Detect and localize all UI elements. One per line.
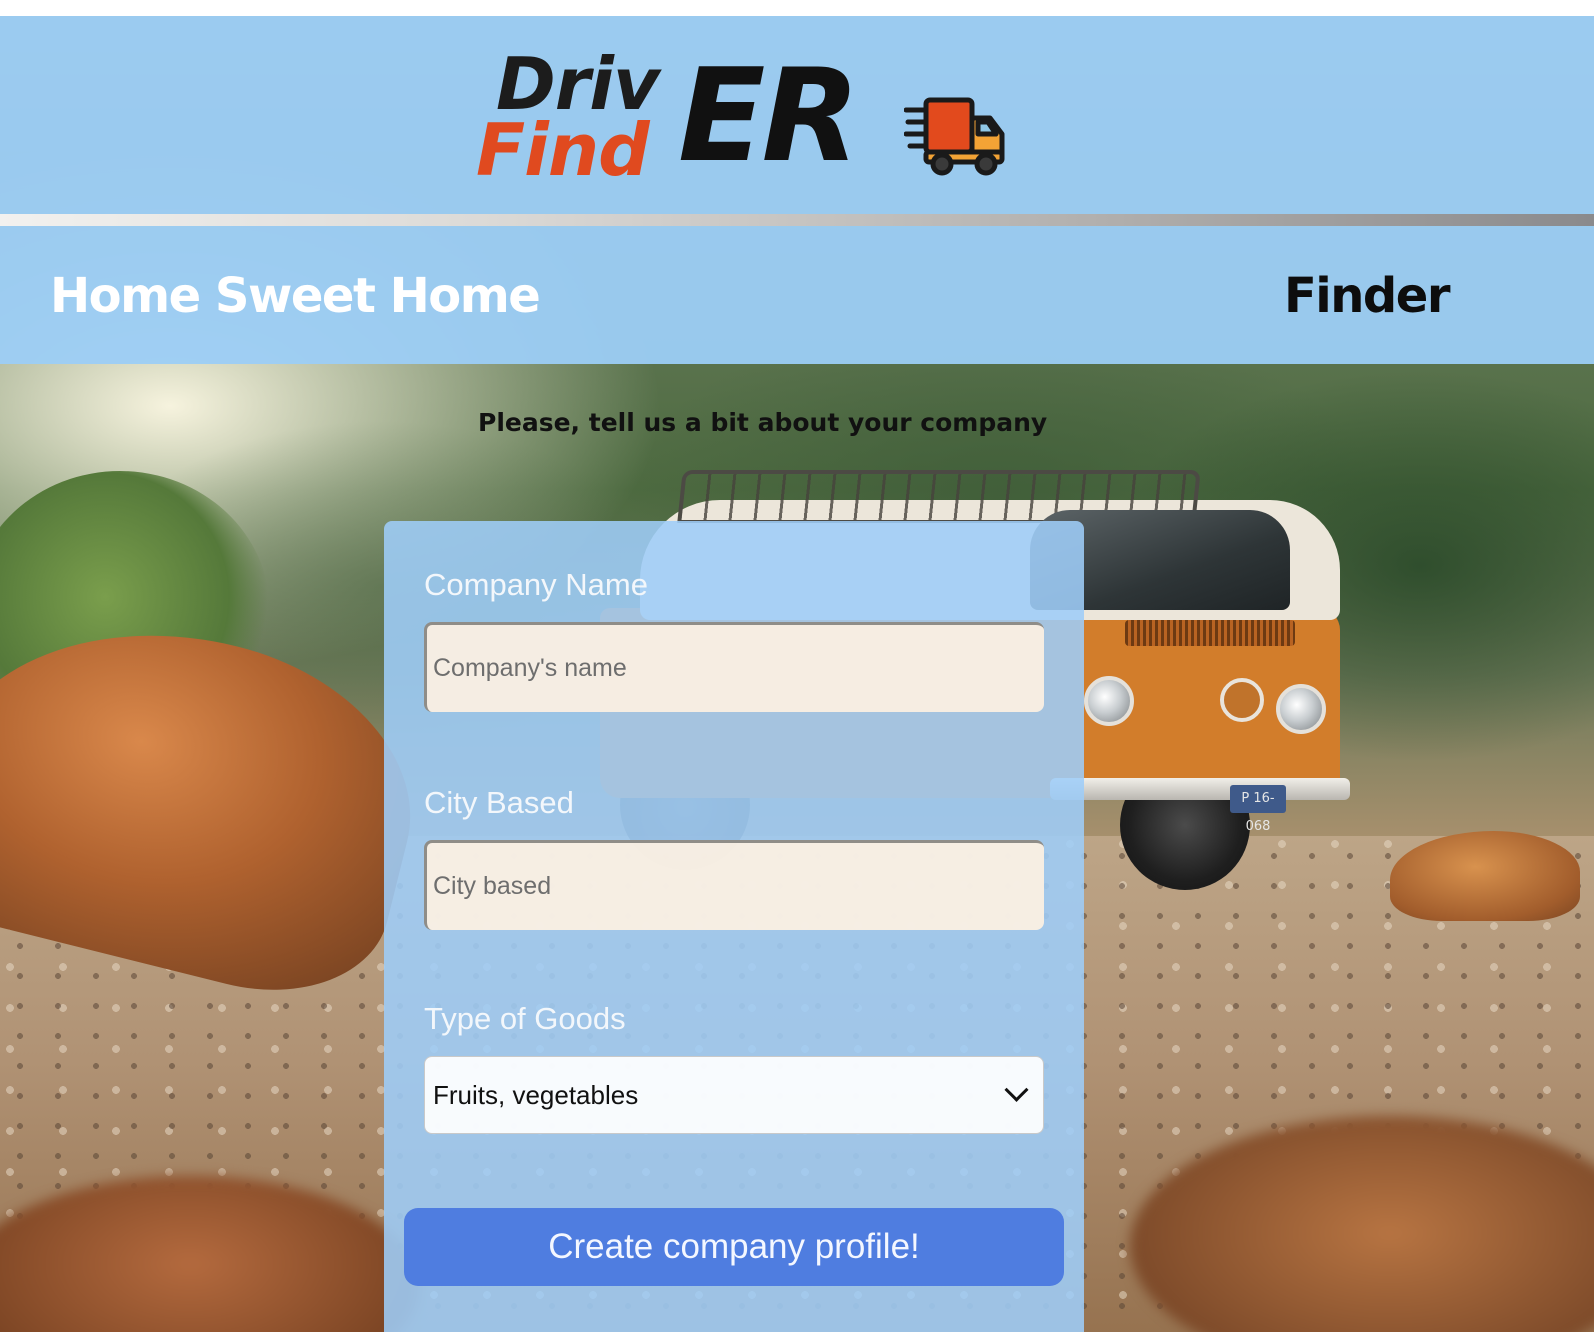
- headlight: [1276, 684, 1326, 734]
- company-form: Company Name City Based Type of Goods Fr…: [384, 521, 1084, 1332]
- headlight: [1084, 676, 1134, 726]
- company-name-input[interactable]: [424, 622, 1044, 712]
- nav-finder-link[interactable]: Finder: [1284, 266, 1451, 326]
- van-logo: [1220, 678, 1264, 722]
- nav-bar: Home Sweet Home Finder: [0, 226, 1594, 364]
- create-profile-button[interactable]: Create company profile!: [404, 1208, 1064, 1286]
- chevron-down-icon: [1004, 1077, 1029, 1102]
- city-label: City Based: [424, 785, 574, 820]
- goods-selected-value: Fruits, vegetables: [433, 1079, 639, 1110]
- goods-select[interactable]: Fruits, vegetables: [424, 1056, 1044, 1134]
- nav-home-link[interactable]: Home Sweet Home: [50, 266, 541, 326]
- site-header: Driv Find ER: [0, 16, 1594, 214]
- van-grille: [1125, 620, 1295, 646]
- company-name-label: Company Name: [424, 567, 648, 602]
- goods-label: Type of Goods: [424, 1001, 626, 1036]
- header-divider: [0, 214, 1594, 226]
- license-plate: P 16-068: [1230, 785, 1286, 834]
- form-prompt: Please, tell us a bit about your company: [478, 408, 1048, 437]
- logo-er-text: ER: [678, 42, 860, 191]
- logo-find-text: Find: [476, 108, 650, 192]
- city-input[interactable]: [424, 840, 1044, 930]
- brand-logo[interactable]: Driv Find ER: [476, 46, 1036, 196]
- truck-icon: [904, 97, 1005, 176]
- van-bumper: [1050, 778, 1350, 800]
